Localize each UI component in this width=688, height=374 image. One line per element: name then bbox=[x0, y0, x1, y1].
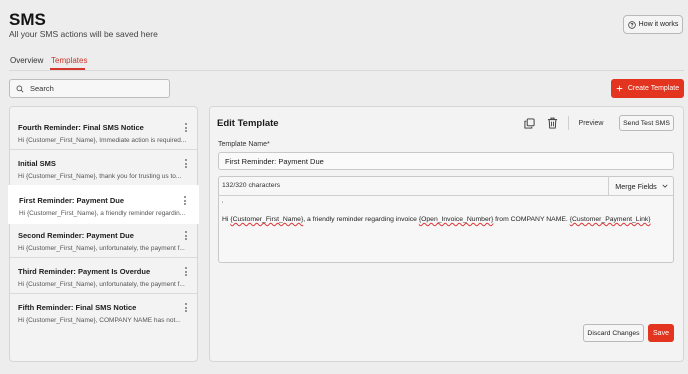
message-text[interactable]: Hi {Customer_First_Name}, a friendly rem… bbox=[222, 216, 651, 223]
tabs-divider bbox=[9, 70, 684, 71]
merge-field-token: {Open_Invoice_Number} bbox=[418, 216, 494, 223]
template-item-title: Fifth Reminder: Final SMS Notice bbox=[18, 303, 137, 312]
template-item[interactable]: Initial SMS Hi {Customer_First_Name}, th… bbox=[10, 151, 197, 186]
kebab-menu-icon[interactable] bbox=[183, 196, 187, 206]
template-item-title: Second Reminder: Payment Due bbox=[18, 231, 134, 240]
template-item-preview: Hi {Customer_First_Name}, unfortunately,… bbox=[18, 281, 185, 288]
merge-fields-dropdown[interactable]: Merge Fields bbox=[608, 176, 674, 196]
template-item-title: Initial SMS bbox=[18, 159, 56, 168]
kebab-menu-icon[interactable] bbox=[184, 303, 188, 313]
text-cursor-mark: ' bbox=[222, 202, 224, 208]
search-icon bbox=[16, 85, 24, 92]
message-text-part: from COMPANY NAME. bbox=[493, 216, 570, 223]
merge-field-token: {Customer_Payment_Link} bbox=[569, 216, 651, 223]
preview-button[interactable]: Preview bbox=[575, 116, 607, 130]
template-item-title: Third Reminder: Payment Is Overdue bbox=[18, 267, 151, 276]
send-test-sms-button[interactable]: Send Test SMS bbox=[619, 115, 674, 131]
template-item-title: Fourth Reminder: Final SMS Notice bbox=[18, 123, 144, 132]
template-item-title: First Reminder: Payment Due bbox=[19, 196, 125, 205]
toolbar-separator bbox=[568, 116, 569, 130]
message-toolbar bbox=[218, 176, 674, 196]
template-item-preview: Hi {Customer_First_Name}, Immediate acti… bbox=[18, 137, 187, 144]
edit-template-title: Edit Template bbox=[217, 118, 279, 129]
template-item[interactable]: Third Reminder: Payment Is Overdue Hi {C… bbox=[10, 259, 197, 294]
merge-fields-label: Merge Fields bbox=[615, 181, 657, 191]
merge-field-token: {Customer_First_Name} bbox=[230, 216, 304, 223]
character-count: 132/320 characters bbox=[222, 182, 281, 189]
template-item-selected[interactable]: First Reminder: Payment Due Hi {Customer… bbox=[10, 187, 197, 222]
create-template-button[interactable]: Create Template bbox=[611, 79, 684, 98]
kebab-menu-icon[interactable] bbox=[184, 231, 188, 241]
search-input[interactable] bbox=[30, 84, 160, 93]
message-text-part: , a friendly reminder regarding invoice bbox=[303, 216, 419, 223]
template-item-preview: Hi {Customer_First_Name}, COMPANY NAME h… bbox=[18, 317, 181, 324]
template-name-input[interactable] bbox=[218, 152, 674, 170]
kebab-menu-icon[interactable] bbox=[184, 159, 188, 169]
chevron-down-icon bbox=[662, 184, 668, 188]
template-name-label: Template Name* bbox=[218, 141, 270, 148]
template-item[interactable]: Fifth Reminder: Final SMS Notice Hi {Cus… bbox=[10, 295, 197, 330]
question-circle-icon bbox=[627, 20, 636, 29]
search-box[interactable] bbox=[9, 79, 170, 98]
tab-overview[interactable]: Overview bbox=[10, 56, 43, 65]
copy-icon[interactable] bbox=[524, 118, 535, 129]
template-item-preview: Hi {Customer_First_Name}, a friendly rem… bbox=[19, 210, 186, 217]
how-it-works-button[interactable]: How it works bbox=[623, 15, 683, 34]
kebab-menu-icon[interactable] bbox=[184, 267, 188, 277]
template-item-preview: Hi {Customer_First_Name}, thank you for … bbox=[18, 173, 182, 180]
create-template-label: Create Template bbox=[627, 85, 680, 92]
tab-templates[interactable]: Templates bbox=[51, 56, 87, 65]
template-item-preview: Hi {Customer_First_Name}, unfortunately,… bbox=[18, 245, 185, 252]
plus-icon bbox=[616, 85, 623, 92]
save-button[interactable]: Save bbox=[648, 324, 674, 342]
page-subtitle: All your SMS actions will be saved here bbox=[9, 29, 158, 39]
template-list: Fourth Reminder: Final SMS Notice Hi {Cu… bbox=[9, 106, 198, 362]
page-title: SMS bbox=[9, 10, 46, 29]
template-item[interactable]: Fourth Reminder: Final SMS Notice Hi {Cu… bbox=[10, 115, 197, 150]
how-it-works-label: How it works bbox=[638, 21, 679, 28]
trash-icon[interactable] bbox=[547, 117, 558, 129]
template-item[interactable]: Second Reminder: Payment Due Hi {Custome… bbox=[10, 223, 197, 258]
kebab-menu-icon[interactable] bbox=[184, 123, 188, 133]
discard-changes-button[interactable]: Discard Changes bbox=[583, 324, 644, 342]
